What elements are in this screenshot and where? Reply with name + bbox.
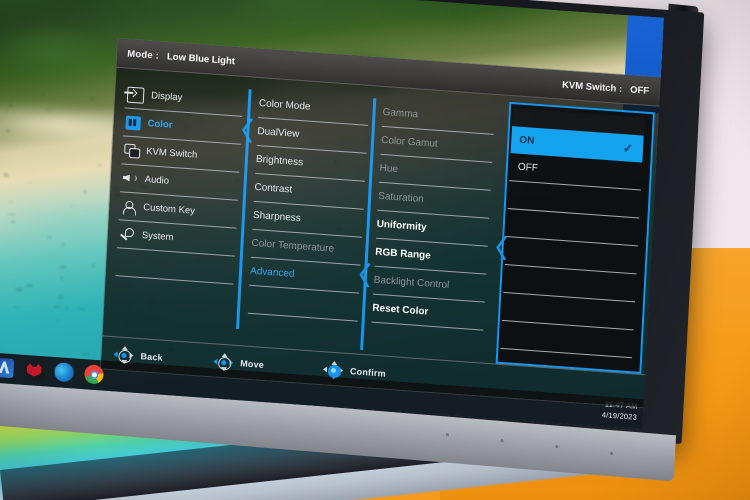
microsoft-edge-icon[interactable] [54,362,75,383]
osd-menu: Mode : Low Blue Light KVM Switch : OFF D… [100,38,662,410]
check-icon: ✓ [622,140,634,156]
display-icon [126,86,145,104]
kvm-status: KVM Switch : OFF [562,79,650,96]
suboption-label: RGB Range [374,246,431,262]
kvm-value: OFF [629,84,650,97]
footer-hint-label: Confirm [349,366,387,379]
suboption-label: Reset Color [372,302,429,318]
suboption-label: Gamma [382,106,419,121]
option-label: Brightness [255,153,304,169]
sidebar-item-label: Custom Key [142,201,196,217]
monitor: 11:47 AM 4/19/2023 Mode : Low Blue Light… [0,0,708,482]
option-label: Color Temperature [251,237,335,255]
footer-hint-move[interactable]: Move [213,352,265,374]
osd-body: Display Color KVM Switch Audio Custom Key Sys… [103,68,661,375]
option-label: Advanced [249,265,295,280]
footer-hint-label: Move [240,358,265,370]
osd-values-column: ON ✓ OFF [500,108,645,359]
red-app-icon[interactable] [24,359,45,381]
osd-suboptions-column: Gamma Color Gamut Hue Saturation Uniformity R… [371,98,496,331]
sidebar-item-label: Audio [144,174,170,187]
joystick-press-icon [322,360,344,380]
value-option-label: ON [519,134,535,147]
suboption-label: Hue [379,162,399,176]
sidebar-item-label: System [141,229,174,244]
option-label: Sharpness [252,209,302,225]
custom-key-icon [121,199,137,214]
sidebar-item-label: KVM Switch [145,146,198,161]
joystick-left-icon [113,345,134,365]
option-label: DualView [257,125,300,140]
kvm-switch-icon [124,143,140,158]
clock-date: 4/19/2023 [601,410,638,422]
footer-hint-confirm[interactable]: Confirm [322,360,387,382]
suboption-label: Backlight Control [373,274,450,292]
joystick-move-icon [213,352,234,372]
photo-scene: 11:47 AM 4/19/2023 Mode : Low Blue Light… [0,0,750,500]
blue-app-icon[interactable] [0,357,15,379]
system-icon [120,227,136,242]
audio-icon [122,171,138,186]
option-label: Contrast [254,181,293,196]
taskbar-icon-group [0,356,104,385]
kvm-label: KVM Switch : [561,79,623,95]
sidebar-item-label: Display [150,90,183,104]
value-option-label: OFF [517,161,539,175]
suboption-label: Uniformity [376,218,427,234]
mode-value: Low Blue Light [166,50,236,67]
spacer-icon [118,255,134,270]
footer-hint-back[interactable]: Back [113,345,163,367]
mode-label: Mode : [127,47,160,62]
sidebar-item-label: Color [147,118,173,131]
color-icon [125,115,142,131]
osd-options-column: Color Mode DualView Brightness Contrast Shar… [247,90,370,322]
footer-hint-label: Back [140,351,164,363]
suboption-label: Saturation [377,190,424,206]
option-label: Color Mode [258,98,311,113]
monitor-screen: 11:47 AM 4/19/2023 Mode : Low Blue Light… [0,0,664,430]
suboption-label: Color Gamut [380,134,438,150]
osd-nav-column: Display Color KVM Switch Audio Custom Key Sys… [115,80,244,285]
